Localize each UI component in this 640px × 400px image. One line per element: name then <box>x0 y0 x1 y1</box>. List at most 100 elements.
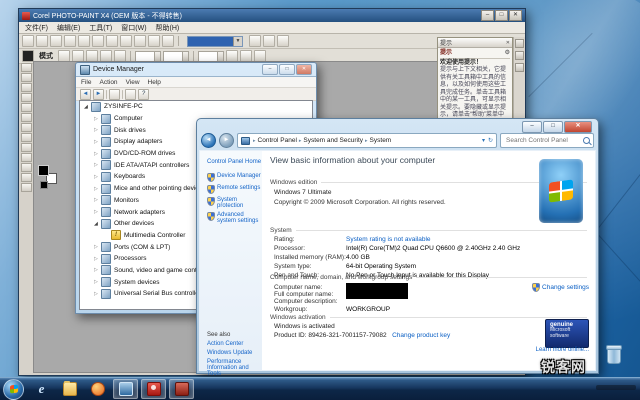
see-also-link[interactable]: Performance Information and Tools <box>207 359 259 377</box>
tree-expander-icon[interactable] <box>94 291 101 297</box>
docker-strip-icon[interactable] <box>515 39 524 48</box>
see-also-link[interactable]: Action Center <box>207 341 259 347</box>
toolbar-icon[interactable] <box>78 35 90 47</box>
menu-item[interactable]: Action <box>99 79 117 86</box>
breadcrumb-segment[interactable]: ▸System <box>363 137 391 144</box>
tree-expander-icon[interactable] <box>84 104 91 110</box>
toolbox-tool[interactable] <box>21 153 32 162</box>
width-spinner[interactable] <box>135 51 161 62</box>
menu-item[interactable]: 文件(F) <box>25 23 48 33</box>
menu-item[interactable]: Help <box>148 79 161 86</box>
sidebar-task-link[interactable]: Remote settings <box>207 185 262 194</box>
search-box[interactable] <box>500 133 594 148</box>
toolbox-tool[interactable] <box>21 93 32 102</box>
toolbar-icon[interactable] <box>36 35 48 47</box>
tree-expander-icon[interactable] <box>94 162 101 168</box>
taskbar-app-button[interactable] <box>113 379 138 399</box>
address-bar[interactable]: ▸Control Panel▸System and Security▸Syste… <box>237 133 497 148</box>
sidebar-task-link[interactable]: Device Manager <box>207 173 262 182</box>
toolbar-icon[interactable] <box>64 35 76 47</box>
breadcrumb-segment[interactable]: ▸Control Panel <box>251 137 297 144</box>
docker-strip-icon[interactable] <box>515 63 524 72</box>
tree-expander-icon[interactable] <box>94 139 101 145</box>
chevron-down-icon[interactable]: ▾ <box>482 137 485 144</box>
toolbar-icon[interactable] <box>106 35 118 47</box>
minimize-button[interactable]: – <box>262 64 278 75</box>
maximize-button[interactable]: □ <box>279 64 295 75</box>
toolbar-icon[interactable] <box>148 35 160 47</box>
minimize-button[interactable]: – <box>481 10 494 21</box>
tree-expander-icon[interactable] <box>94 186 101 192</box>
toolbox-tool[interactable] <box>21 73 32 82</box>
toolbox-tool[interactable] <box>21 123 32 132</box>
sidebar-home-link[interactable]: Control Panel Home <box>207 159 261 165</box>
toolbar-icon[interactable] <box>134 35 146 47</box>
device-manager-titlebar[interactable]: Device Manager – □ ✕ <box>76 63 316 76</box>
toolbar-icon[interactable] <box>263 35 275 47</box>
taskbar-app-button[interactable] <box>85 379 110 399</box>
toolbar-icon[interactable] <box>138 89 149 100</box>
toolbox-tool[interactable] <box>21 103 32 112</box>
height-spinner[interactable] <box>163 51 189 62</box>
sidebar-task-link[interactable]: Advanced system settings <box>207 212 262 224</box>
tree-expander-icon[interactable] <box>94 279 101 285</box>
close-button[interactable]: ✕ <box>296 64 312 75</box>
taskbar-app-button[interactable] <box>169 379 194 399</box>
tree-expander-icon[interactable] <box>94 256 101 262</box>
toolbox-tool[interactable] <box>21 143 32 152</box>
back-button[interactable]: ◄ <box>201 133 216 148</box>
taskbar-app-button[interactable] <box>141 379 166 399</box>
tree-expander-icon[interactable] <box>94 244 101 250</box>
toolbar-icon[interactable] <box>80 89 91 100</box>
toolbar-icon[interactable] <box>277 35 289 47</box>
tree-expander-icon[interactable] <box>94 209 101 215</box>
sidebar-task-link[interactable]: System protection <box>207 197 262 209</box>
device-tree-row[interactable]: ZYSINFE-PC <box>80 101 312 113</box>
toolbar-icon[interactable] <box>93 89 104 100</box>
tree-expander-icon[interactable] <box>94 221 101 227</box>
tree-expander-icon[interactable] <box>94 174 101 180</box>
toolbar-icon[interactable] <box>22 35 34 47</box>
menu-item[interactable]: 窗口(W) <box>121 23 146 33</box>
toolbar-icon[interactable] <box>92 35 104 47</box>
toolbar-icon[interactable] <box>122 90 123 99</box>
toolbox-tool[interactable] <box>21 83 32 92</box>
refresh-icon[interactable]: ↻ <box>488 137 493 144</box>
tree-expander-icon[interactable] <box>94 197 101 203</box>
change-product-key-link[interactable]: Change product key <box>392 332 450 339</box>
menu-item[interactable]: 帮助(H) <box>156 23 180 33</box>
tree-expander-icon[interactable] <box>94 116 101 122</box>
toolbar-icon[interactable] <box>50 35 62 47</box>
recycle-bin-icon[interactable] <box>607 347 621 364</box>
color-swatch-control[interactable] <box>37 165 59 191</box>
toolbox-tool[interactable] <box>21 63 32 72</box>
corel-titlebar[interactable]: Corel PHOTO-PAINT X4 (OEM 版本 - 不得转售) – □… <box>19 9 525 22</box>
gear-icon[interactable]: ⚙ <box>505 50 510 58</box>
toolbox-tool[interactable] <box>21 183 32 192</box>
change-settings-link[interactable]: Change settings <box>532 283 589 292</box>
toolbar-icon[interactable] <box>249 35 261 47</box>
tree-expander-icon[interactable] <box>94 151 101 157</box>
search-input[interactable] <box>504 136 578 145</box>
chevron-down-icon[interactable]: ▼ <box>233 37 242 46</box>
toolbox-tool[interactable] <box>21 113 32 122</box>
menu-item[interactable]: View <box>126 79 140 86</box>
zoom-level-combobox[interactable]: ▼ <box>187 36 243 47</box>
close-icon[interactable]: ✕ <box>506 40 510 46</box>
menu-item[interactable]: File <box>81 79 91 86</box>
hints-docker-titlebar[interactable]: 提示 ✕ <box>438 38 512 48</box>
learn-more-link[interactable]: Learn more online... <box>536 347 589 353</box>
maximize-button[interactable]: □ <box>495 10 508 21</box>
toolbar-icon[interactable] <box>125 89 136 100</box>
menu-item[interactable]: 编辑(E) <box>57 23 80 33</box>
taskbar-app-button[interactable] <box>57 379 82 399</box>
forward-button[interactable]: ► <box>219 133 234 148</box>
toolbox-tool[interactable] <box>21 163 32 172</box>
toolbox-tool[interactable] <box>21 133 32 142</box>
tree-expander-icon[interactable] <box>94 267 101 273</box>
close-button[interactable]: ✕ <box>509 10 522 21</box>
resolution-spinner[interactable] <box>198 51 224 62</box>
tree-expander-icon[interactable] <box>94 127 101 133</box>
foreground-color-swatch[interactable] <box>38 165 49 176</box>
toolbar-icon[interactable] <box>162 35 174 47</box>
